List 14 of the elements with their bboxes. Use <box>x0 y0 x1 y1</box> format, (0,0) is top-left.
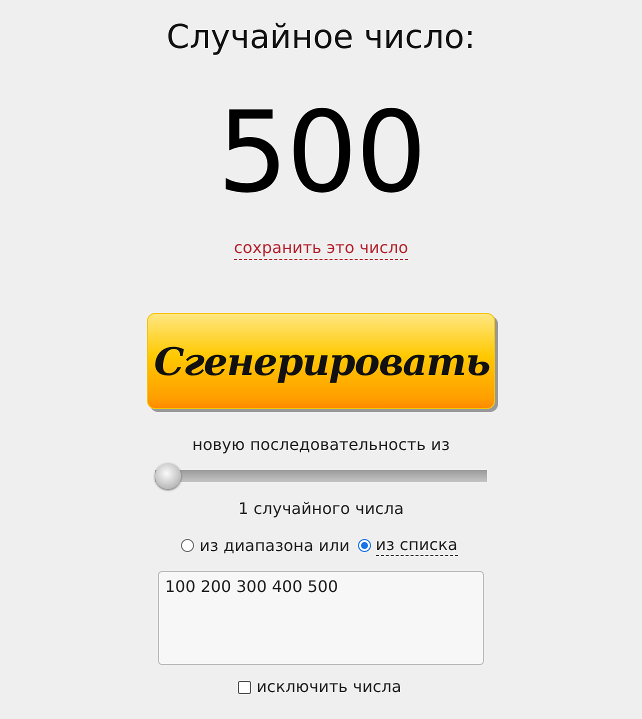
slider-thumb[interactable] <box>155 463 181 489</box>
sequence-label: новую последовательность из <box>192 435 450 455</box>
radio-label[interactable]: из диапазона или <box>199 536 350 556</box>
list-option-link[interactable]: из списка <box>376 535 458 556</box>
exclude-checkbox[interactable] <box>238 680 251 694</box>
save-number-link[interactable]: сохранить это число <box>234 238 408 260</box>
radio-button[interactable] <box>181 539 194 552</box>
page-title: Случайное число: <box>166 16 476 58</box>
radio-button[interactable] <box>358 539 371 552</box>
count-label: 1 случайного числа <box>238 499 404 519</box>
number-list-field[interactable]: 100 200 300 400 500 <box>158 571 484 665</box>
generate-button[interactable]: Сгенерировать <box>147 313 495 409</box>
exclude-label: исключить числа <box>256 677 402 697</box>
random-number: 500 <box>217 93 425 213</box>
